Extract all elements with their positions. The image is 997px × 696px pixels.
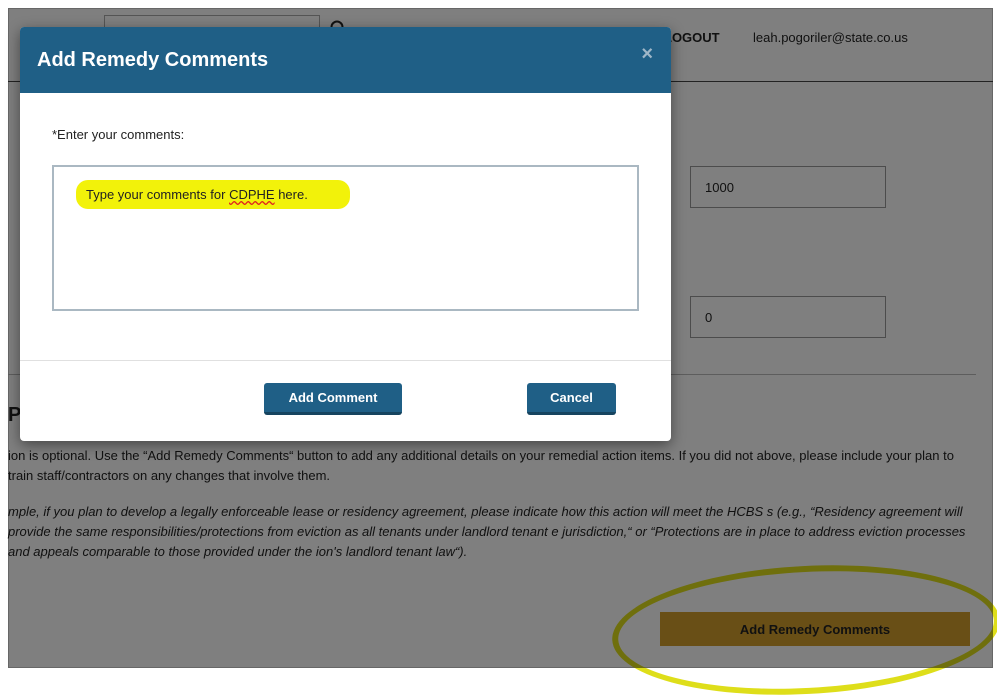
typed-text-suffix: here.	[274, 187, 308, 202]
modal-title: Add Remedy Comments	[37, 49, 269, 71]
modal-footer-divider	[20, 360, 671, 361]
add-remedy-comments-modal: Add Remedy Comments × *Enter your commen…	[20, 27, 671, 441]
comments-label: *Enter your comments:	[52, 127, 185, 142]
misspelled-word: CDPHE	[229, 187, 275, 202]
cancel-button[interactable]: Cancel	[527, 383, 616, 415]
typed-text-prefix: Type your comments for	[86, 187, 230, 202]
close-icon[interactable]: ×	[641, 43, 653, 66]
add-comment-button[interactable]: Add Comment	[264, 383, 402, 415]
typed-comment-text: Type your comments for CDPHE here.	[76, 180, 350, 209]
modal-header: Add Remedy Comments ×	[20, 27, 671, 93]
